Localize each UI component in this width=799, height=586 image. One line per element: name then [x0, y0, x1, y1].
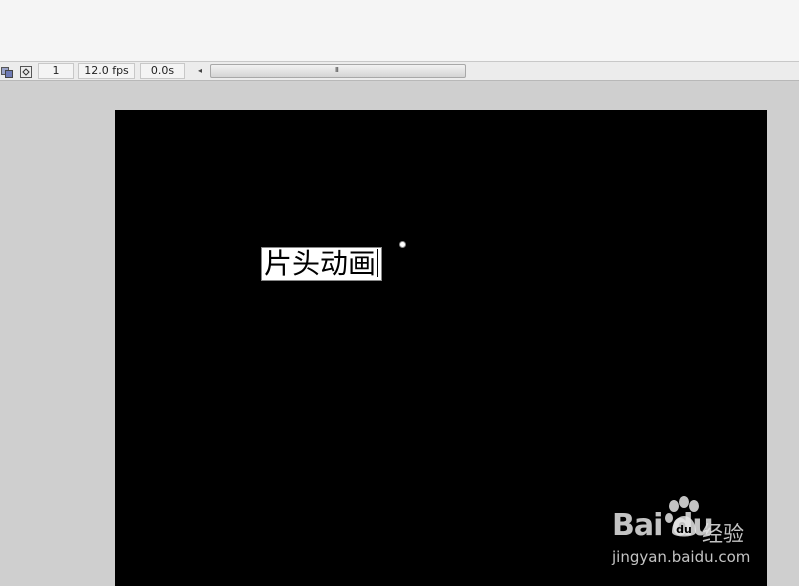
stage-text-value: 片头动画 — [264, 247, 377, 280]
fit-frame-icon[interactable] — [20, 65, 32, 78]
text-cursor — [377, 249, 379, 277]
timeline-panel — [0, 0, 799, 61]
elapsed-time-field: 0.0s — [140, 63, 185, 79]
stage-text-field[interactable]: 片头动画 — [261, 247, 383, 281]
svg-text:du: du — [676, 523, 692, 536]
watermark-name: 经验 — [702, 522, 744, 546]
layers-icon[interactable] — [1, 65, 13, 78]
frame-rate-field[interactable]: 12.0 fps — [78, 63, 135, 79]
text-resize-handle[interactable] — [399, 241, 406, 248]
baidu-watermark: Bai du du 经验 jingyan.baidu.com — [610, 496, 760, 571]
current-frame-field[interactable]: 1 — [38, 63, 74, 79]
horizontal-scrollbar[interactable]: III — [210, 64, 466, 78]
timeline-status-bar: 1 12.0 fps 0.0s ◂ III — [0, 61, 799, 81]
watermark-url: jingyan.baidu.com — [612, 548, 751, 566]
scrollbar-grip[interactable]: III — [335, 67, 343, 75]
scroll-left-arrow-icon[interactable]: ◂ — [195, 66, 205, 76]
paw-logo-icon: du — [664, 496, 702, 538]
